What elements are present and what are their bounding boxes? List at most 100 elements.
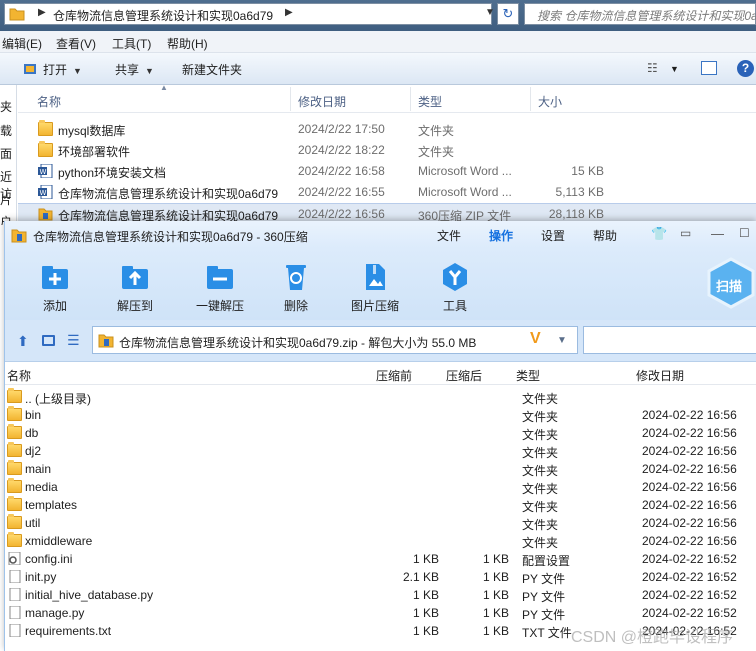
entry-name: bin bbox=[25, 408, 42, 422]
menu-tools[interactable]: 工具(T) bbox=[112, 35, 151, 52]
column-type[interactable]: 类型 bbox=[516, 367, 540, 384]
archive-row[interactable]: xmiddleware 文件夹 2024-02-22 16:56 bbox=[5, 532, 756, 550]
search-input[interactable]: 搜索 仓库物流信息管理系统设计和实现0a6d79 bbox=[524, 3, 756, 25]
column-size[interactable]: 大小 bbox=[538, 93, 562, 110]
file-row[interactable]: mysql数据库 2024/2/22 17:50 文件夹 bbox=[18, 119, 756, 140]
feedback-icon[interactable]: ▭ bbox=[680, 226, 691, 240]
chevron-down-icon[interactable]: ▼ bbox=[670, 64, 679, 74]
archive-row[interactable]: dj2 文件夹 2024-02-22 16:56 bbox=[5, 442, 756, 460]
menu-view[interactable]: 查看(V) bbox=[56, 35, 96, 52]
archive-row[interactable]: db 文件夹 2024-02-22 16:56 bbox=[5, 424, 756, 442]
chevron-down-icon: ▼ bbox=[145, 66, 154, 76]
column-size-after[interactable]: 压缩后 bbox=[446, 367, 482, 384]
archive-row[interactable]: initial_hive_database.py 1 KB 1 KB PY 文件… bbox=[5, 586, 756, 604]
nav-item[interactable]: 夹 bbox=[0, 98, 12, 115]
help-icon[interactable]: ? bbox=[737, 60, 754, 77]
entry-modified: 2024-02-22 16:52 bbox=[642, 588, 737, 602]
entry-name: dj2 bbox=[25, 444, 42, 458]
archive-path-field[interactable]: 仓库物流信息管理系统设计和实现0a6d79.zip - 解包大小为 55.0 M… bbox=[92, 326, 578, 354]
security-check-icon[interactable]: V bbox=[530, 330, 541, 348]
folder-icon bbox=[7, 516, 22, 529]
breadcrumb-separator-icon[interactable]: ▶ bbox=[285, 7, 293, 18]
column-divider[interactable] bbox=[530, 87, 531, 111]
up-arrow-icon[interactable]: ⬆ bbox=[17, 333, 29, 350]
column-modified[interactable]: 修改日期 bbox=[636, 367, 684, 384]
entry-modified: 2024-02-22 16:56 bbox=[642, 498, 737, 512]
folder-icon bbox=[7, 426, 22, 439]
share-button[interactable]: 共享 ▼ bbox=[115, 61, 154, 78]
nav-item[interactable]: 面 bbox=[0, 145, 12, 162]
file-name: mysql数据库 bbox=[58, 124, 126, 138]
scan-button[interactable]: 扫描 bbox=[706, 257, 756, 309]
extract-to-button[interactable]: 解压到 bbox=[100, 248, 170, 320]
file-row[interactable]: 环境部署软件 2024/2/22 18:22 文件夹 bbox=[18, 140, 756, 161]
svg-text:W: W bbox=[40, 189, 47, 197]
open-label: 打开 bbox=[43, 63, 68, 77]
search-placeholder: 搜索 仓库物流信息管理系统设计和实现0a6d79 bbox=[537, 9, 756, 23]
column-divider[interactable] bbox=[410, 87, 411, 111]
scan-label: 扫描 bbox=[716, 279, 743, 294]
file-type: Microsoft Word ... bbox=[418, 164, 512, 178]
entry-type: 文件夹 bbox=[522, 446, 559, 460]
entry-modified: 2024-02-22 16:56 bbox=[642, 534, 737, 548]
maximize-icon[interactable]: ☐ bbox=[739, 226, 750, 240]
chevron-down-icon[interactable]: ▼ bbox=[557, 335, 567, 346]
menu-help[interactable]: 帮助(H) bbox=[167, 35, 208, 52]
column-size-before[interactable]: 压缩前 bbox=[376, 367, 412, 384]
open-button[interactable]: 打开 ▼ bbox=[43, 61, 82, 78]
entry-modified: 2024-02-22 16:56 bbox=[642, 408, 737, 422]
entry-name: main bbox=[25, 462, 52, 476]
open-icon bbox=[24, 64, 36, 74]
breadcrumb-separator-icon[interactable]: ▶ bbox=[38, 7, 46, 18]
file-row[interactable]: W 仓库物流信息管理系统设计和实现0a6d79 2024/2/22 16:55 … bbox=[18, 182, 756, 203]
file-size: 28,118 KB bbox=[548, 207, 604, 221]
archive-search-input[interactable] bbox=[583, 326, 756, 354]
zip-menu-help[interactable]: 帮助 bbox=[593, 227, 617, 244]
nav-item[interactable]: 片 bbox=[0, 191, 12, 208]
new-folder-button[interactable]: 新建文件夹 bbox=[182, 61, 242, 78]
view-details-icon[interactable] bbox=[42, 335, 55, 346]
column-name[interactable]: 名称 bbox=[7, 367, 31, 384]
preview-pane-icon[interactable] bbox=[701, 61, 717, 75]
archive-row[interactable]: init.py 2.1 KB 1 KB PY 文件 2024-02-22 16:… bbox=[5, 568, 756, 586]
archive-row[interactable]: manage.py 1 KB 1 KB PY 文件 2024-02-22 16:… bbox=[5, 604, 756, 622]
refresh-button[interactable]: ↻ bbox=[497, 3, 519, 25]
column-divider[interactable] bbox=[290, 87, 291, 111]
image-compress-button[interactable]: 图片压缩 bbox=[340, 248, 410, 320]
entry-type: 配置设置 bbox=[522, 554, 571, 568]
zip-menu-operate[interactable]: 操作 bbox=[489, 227, 513, 244]
skin-icon[interactable]: 👕 bbox=[651, 226, 667, 242]
column-name[interactable]: 名称 bbox=[37, 93, 61, 110]
address-bar[interactable]: ▶ 仓库物流信息管理系统设计和实现0a6d79 ▶ ▼ bbox=[4, 3, 495, 25]
nav-item[interactable]: 载 bbox=[0, 122, 12, 139]
archive-row[interactable]: config.ini 1 KB 1 KB 配置设置 2024-02-22 16:… bbox=[5, 550, 756, 568]
archive-row[interactable]: templates 文件夹 2024-02-22 16:56 bbox=[5, 496, 756, 514]
menu-edit[interactable]: 编辑(E) bbox=[2, 35, 42, 52]
archive-row[interactable]: .. (上级目录) 文件夹 bbox=[5, 388, 756, 406]
sort-ascending-icon: ▲ bbox=[160, 83, 168, 92]
zip-menu-settings[interactable]: 设置 bbox=[541, 227, 565, 244]
column-type[interactable]: 类型 bbox=[418, 93, 442, 110]
address-dropdown-icon[interactable]: ▼ bbox=[485, 7, 495, 18]
one-click-extract-button[interactable]: 一键解压 bbox=[180, 248, 260, 320]
tools-button[interactable]: 工具 bbox=[420, 248, 490, 320]
archive-row[interactable]: util 文件夹 2024-02-22 16:56 bbox=[5, 514, 756, 532]
view-options-icon[interactable]: ☷ bbox=[647, 61, 658, 75]
folder-icon bbox=[38, 143, 53, 157]
delete-button[interactable]: 删除 bbox=[261, 248, 331, 320]
minimize-icon[interactable]: — bbox=[711, 226, 724, 241]
file-row[interactable]: W python环境安装文档 2024/2/22 16:58 Microsoft… bbox=[18, 161, 756, 182]
view-list-icon[interactable]: ☰ bbox=[67, 332, 80, 349]
column-modified[interactable]: 修改日期 bbox=[298, 93, 346, 110]
entry-type: PY 文件 bbox=[522, 572, 566, 586]
archive-row[interactable]: media 文件夹 2024-02-22 16:56 bbox=[5, 478, 756, 496]
entry-size-before: 2.1 KB bbox=[402, 570, 439, 584]
file-list-header: 名称 ▲ 修改日期 类型 大小 bbox=[18, 83, 756, 113]
entry-modified: 2024-02-22 16:52 bbox=[642, 570, 737, 584]
add-button[interactable]: 添加 bbox=[20, 248, 90, 320]
archive-row[interactable]: main 文件夹 2024-02-22 16:56 bbox=[5, 460, 756, 478]
archive-row[interactable]: bin 文件夹 2024-02-22 16:56 bbox=[5, 406, 756, 424]
zip-menu-file[interactable]: 文件 bbox=[437, 227, 461, 244]
recycle-bin-icon bbox=[286, 265, 306, 290]
entry-size-after: 1 KB bbox=[482, 588, 509, 602]
